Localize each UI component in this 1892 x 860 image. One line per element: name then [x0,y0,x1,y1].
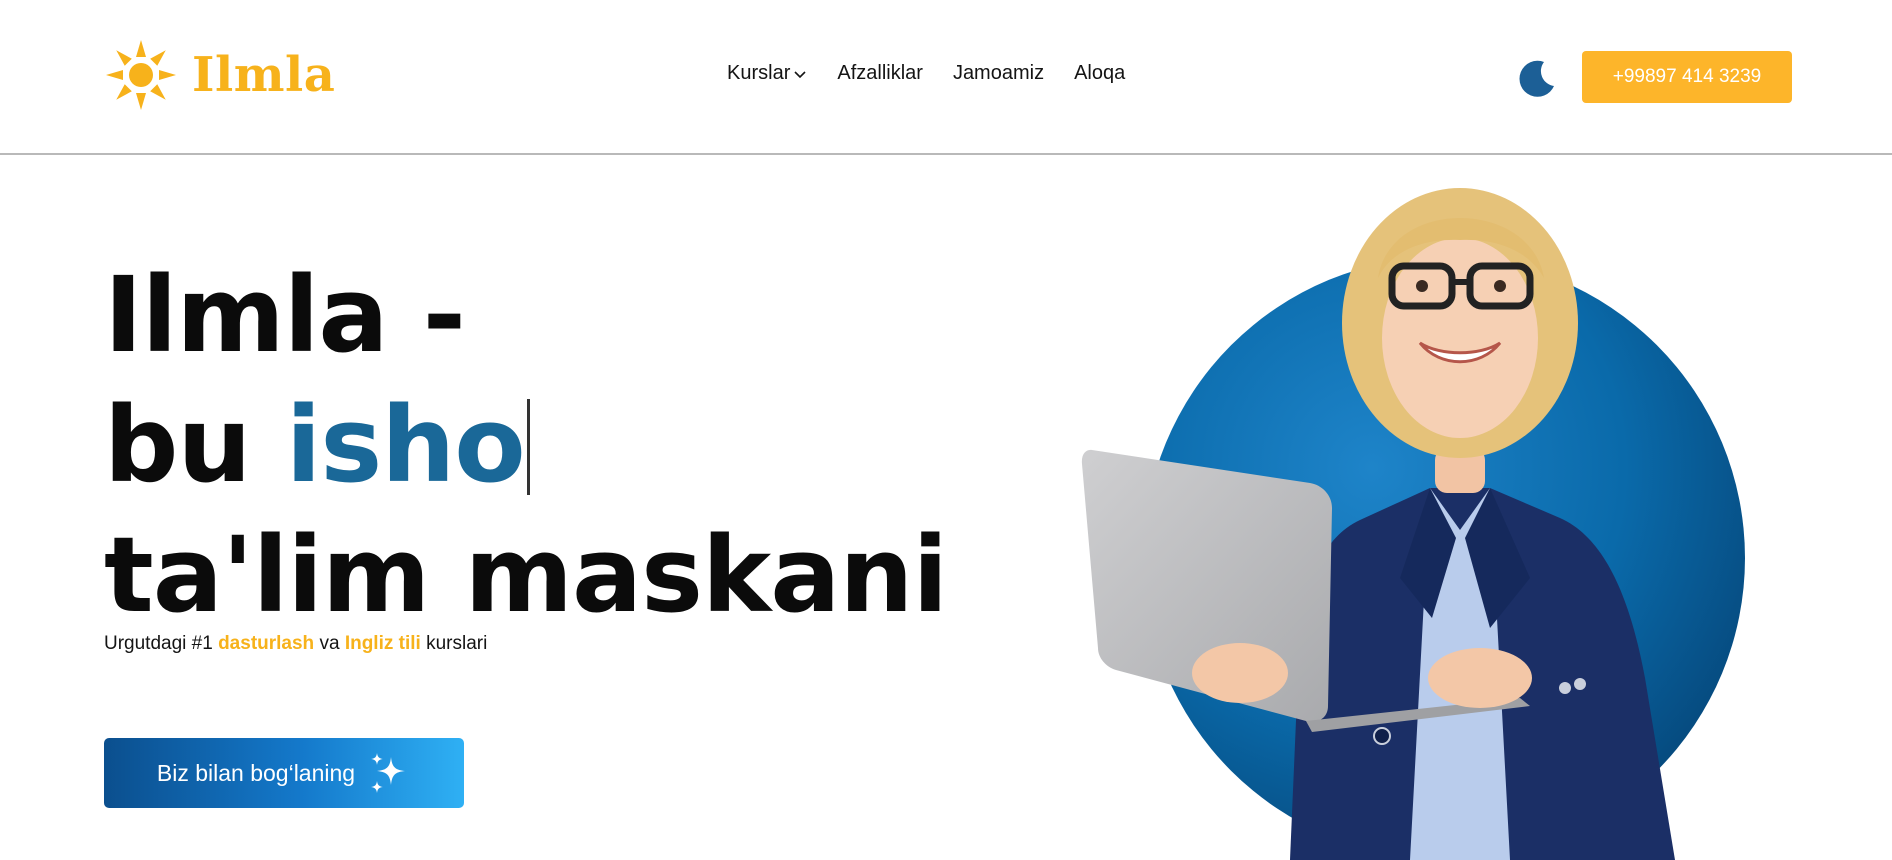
nav-item-aloqa[interactable]: Aloqa [1074,62,1125,85]
hero-student-illustration [1081,188,1745,860]
moon-icon[interactable] [1514,56,1558,100]
subtitle-middle: va [319,633,340,654]
site-header: Ilmla Kurslar Afzalliklar Jamoamiz Aloqa… [0,0,1892,155]
subtitle-highlight-english: Ingliz tili [344,633,421,654]
cta-label: Biz bilan bog‘laning [156,759,356,786]
hero-line-1: Ilmla - [104,254,466,376]
hero-typed-word: isho [285,384,526,506]
nav-label: Afzalliklar [837,62,923,84]
sun-logo-icon [106,40,176,110]
hero-title: Ilmla - bu isho ta'lim maskani [104,250,948,640]
contact-cta-button[interactable]: Biz bilan bog‘laning [104,738,464,808]
nav-item-kurslar[interactable]: Kurslar [727,62,807,85]
nav-label: Jamoamiz [952,62,1045,84]
nav-item-jamoamiz[interactable]: Jamoamiz [953,62,1044,85]
subtitle-suffix: kurslari [426,633,488,654]
nav-label: Aloqa [1074,62,1126,84]
sparkle-icon [371,753,406,793]
subtitle-highlight-programming: dasturlash [218,633,315,654]
logo[interactable]: Ilmla [104,38,335,112]
hero-line-3: ta'lim maskani [104,514,948,636]
hero-line-2-prefix: bu [104,384,251,506]
nav-label: Kurslar [727,62,791,84]
logo-text: Ilmla [192,47,336,103]
main-nav: Kurslar Afzalliklar Jamoamiz Aloqa [727,62,1125,85]
phone-button[interactable]: +99897 414 3239 [1582,51,1792,103]
chevron-down-icon [794,70,806,78]
nav-item-afzalliklar[interactable]: Afzalliklar [837,62,923,85]
subtitle-prefix: Urgutdagi #1 [104,633,213,654]
hero-subtitle: Urgutdagi #1 dasturlash va Ingliz tili k… [104,633,487,655]
typing-caret [526,399,530,495]
